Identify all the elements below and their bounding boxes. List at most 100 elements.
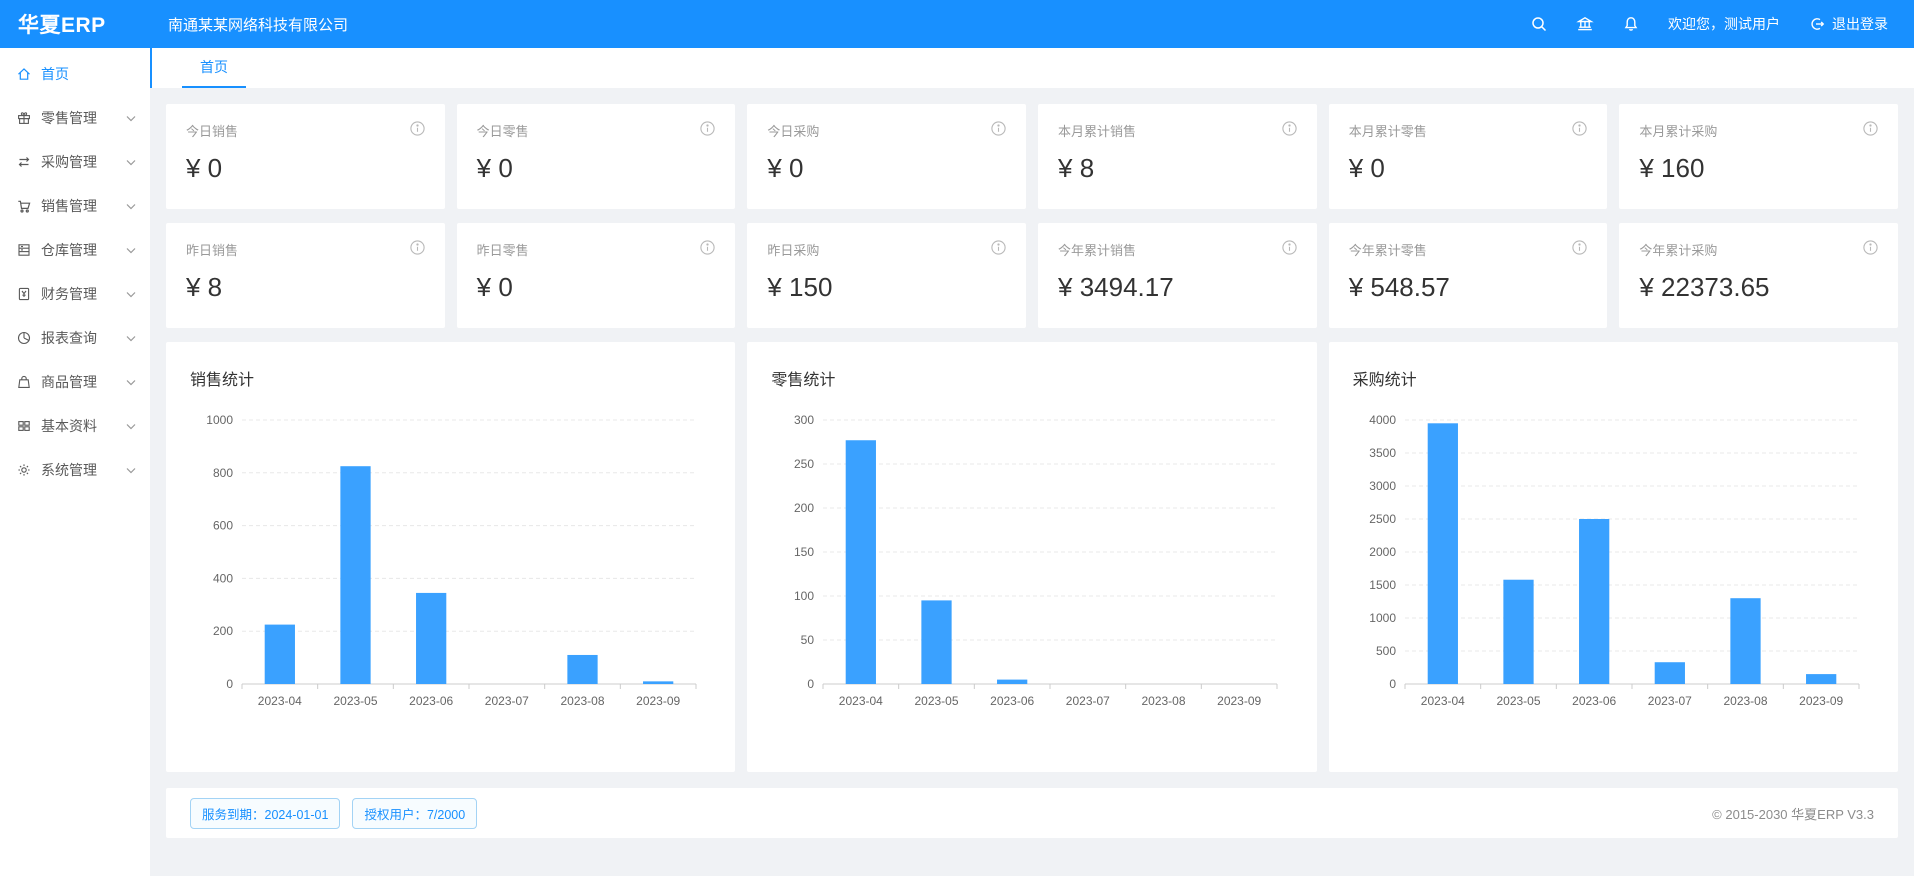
svg-text:400: 400 [213, 571, 233, 585]
pie-icon [16, 330, 32, 346]
stat-label: 今日销售 [186, 121, 238, 140]
info-icon[interactable] [1572, 121, 1587, 136]
sidebar-item-label: 采购管理 [41, 152, 97, 172]
search-icon[interactable] [1530, 15, 1548, 33]
svg-text:2023-09: 2023-09 [1799, 694, 1843, 708]
bar-2023-07 [1654, 662, 1684, 684]
svg-text:2023-04: 2023-04 [1420, 694, 1464, 708]
footer-bar: 服务到期：2024-01-01 授权用户：7/2000 © 2015-2030 … [166, 788, 1898, 838]
svg-text:600: 600 [213, 519, 233, 533]
bar-2023-06 [997, 680, 1027, 684]
bar-2023-05 [1503, 580, 1533, 684]
sidebar-item-label: 财务管理 [41, 284, 97, 304]
bar-2023-06 [416, 593, 446, 684]
stat-card: 本月累计零售 ¥ 0 [1329, 104, 1608, 209]
info-icon[interactable] [700, 121, 715, 136]
bar-2023-04 [1427, 423, 1457, 684]
home-icon [16, 66, 32, 82]
chevron-down-icon [126, 203, 136, 210]
sidebar-item-purchase[interactable]: 采购管理 [0, 142, 150, 182]
svg-text:2023-06: 2023-06 [409, 694, 453, 708]
svg-text:2023-08: 2023-08 [560, 694, 604, 708]
bank-icon[interactable] [1576, 15, 1594, 33]
footer-badges: 服务到期：2024-01-01 授权用户：7/2000 [190, 798, 477, 829]
bar-2023-04 [265, 625, 295, 684]
sidebar-item-label: 首页 [41, 64, 69, 84]
finance-icon [16, 286, 32, 302]
bar-chart-svg: 0501001502002503002023-042023-052023-062… [771, 406, 1291, 718]
retail-chart-card: 零售统计 0501001502002503002023-042023-05202… [747, 342, 1316, 772]
info-icon[interactable] [1282, 121, 1297, 136]
tab-home[interactable]: 首页 [182, 48, 246, 88]
stat-label: 昨日零售 [477, 240, 529, 259]
stat-card: 昨日采购 ¥ 150 [747, 223, 1026, 328]
sidebar-item-finance[interactable]: 财务管理 [0, 274, 150, 314]
svg-text:250: 250 [794, 457, 814, 471]
sidebar-item-label: 仓库管理 [41, 240, 97, 260]
sidebar-item-reports[interactable]: 报表查询 [0, 318, 150, 358]
sidebar-item-products[interactable]: 商品管理 [0, 362, 150, 402]
service-expiry-badge: 服务到期：2024-01-01 [190, 798, 340, 829]
swap-icon [16, 154, 32, 170]
sidebar-item-warehouse[interactable]: 仓库管理 [0, 230, 150, 270]
main-area: 首页 今日销售 ¥ 0 今日零售 ¥ 0 今日采购 [150, 48, 1914, 876]
bell-icon[interactable] [1622, 15, 1640, 33]
stat-label: 本月累计采购 [1639, 121, 1717, 140]
svg-text:0: 0 [1389, 677, 1396, 691]
info-icon[interactable] [700, 240, 715, 255]
svg-text:4000: 4000 [1369, 413, 1396, 427]
info-icon[interactable] [1282, 240, 1297, 255]
sidebar-item-retail[interactable]: 零售管理 [0, 98, 150, 138]
sidebar-item-label: 系统管理 [41, 460, 97, 480]
sidebar-item-sales[interactable]: 销售管理 [0, 186, 150, 226]
stat-label: 昨日采购 [767, 240, 819, 259]
sidebar-item-system[interactable]: 系统管理 [0, 450, 150, 490]
stat-card: 今年累计采购 ¥ 22373.65 [1619, 223, 1898, 328]
svg-text:500: 500 [1376, 644, 1396, 658]
info-icon[interactable] [410, 240, 425, 255]
bar-2023-05 [922, 600, 952, 684]
purchase-chart-card: 采购统计 05001000150020002500300035004000202… [1329, 342, 1898, 772]
info-icon[interactable] [1863, 121, 1878, 136]
bar-2023-06 [1579, 519, 1609, 684]
info-icon[interactable] [1863, 240, 1878, 255]
stat-label: 今年累计采购 [1639, 240, 1717, 259]
svg-text:2023-07: 2023-07 [1647, 694, 1691, 708]
svg-text:2500: 2500 [1369, 512, 1396, 526]
stat-label: 今日采购 [767, 121, 819, 140]
info-icon[interactable] [1572, 240, 1587, 255]
chevron-down-icon [126, 335, 136, 342]
svg-text:2000: 2000 [1369, 545, 1396, 559]
welcome-text[interactable]: 欢迎您，测试用户 [1668, 14, 1780, 34]
logout-button[interactable]: 退出登录 [1808, 14, 1888, 34]
stat-value: ¥ 0 [477, 272, 716, 303]
svg-text:2023-09: 2023-09 [636, 694, 680, 708]
svg-text:2023-07: 2023-07 [485, 694, 529, 708]
sales-chart-card: 销售统计 020040060080010002023-042023-052023… [166, 342, 735, 772]
info-icon[interactable] [991, 240, 1006, 255]
bag-icon [16, 374, 32, 390]
sidebar-item-basic-data[interactable]: 基本资料 [0, 406, 150, 446]
info-icon[interactable] [410, 121, 425, 136]
svg-text:1000: 1000 [1369, 611, 1396, 625]
bar-2023-04 [846, 440, 876, 684]
bar-chart-svg: 020040060080010002023-042023-052023-0620… [190, 406, 710, 718]
sidebar: 首页 零售管理 采购管理 销售管理 仓库管理 [0, 48, 150, 876]
chart-title: 销售统计 [190, 366, 711, 390]
stat-card: 今年累计销售 ¥ 3494.17 [1038, 223, 1317, 328]
sidebar-item-home[interactable]: 首页 [0, 54, 150, 94]
stat-card: 今日零售 ¥ 0 [457, 104, 736, 209]
svg-text:2023-09: 2023-09 [1217, 694, 1261, 708]
sidebar-item-label: 报表查询 [41, 328, 97, 348]
top-header: 华夏ERP 南通某某网络科技有限公司 欢迎您，测试用户 退出登录 [0, 0, 1914, 48]
cart-icon [16, 198, 32, 214]
stat-label: 今年累计销售 [1058, 240, 1136, 259]
svg-text:2023-04: 2023-04 [839, 694, 883, 708]
chevron-down-icon [126, 423, 136, 430]
info-icon[interactable] [991, 121, 1006, 136]
chevron-down-icon [126, 379, 136, 386]
tab-bar: 首页 [150, 48, 1914, 88]
app-logo: 华夏ERP [0, 9, 150, 39]
chevron-down-icon [126, 247, 136, 254]
stat-label: 本月累计销售 [1058, 121, 1136, 140]
